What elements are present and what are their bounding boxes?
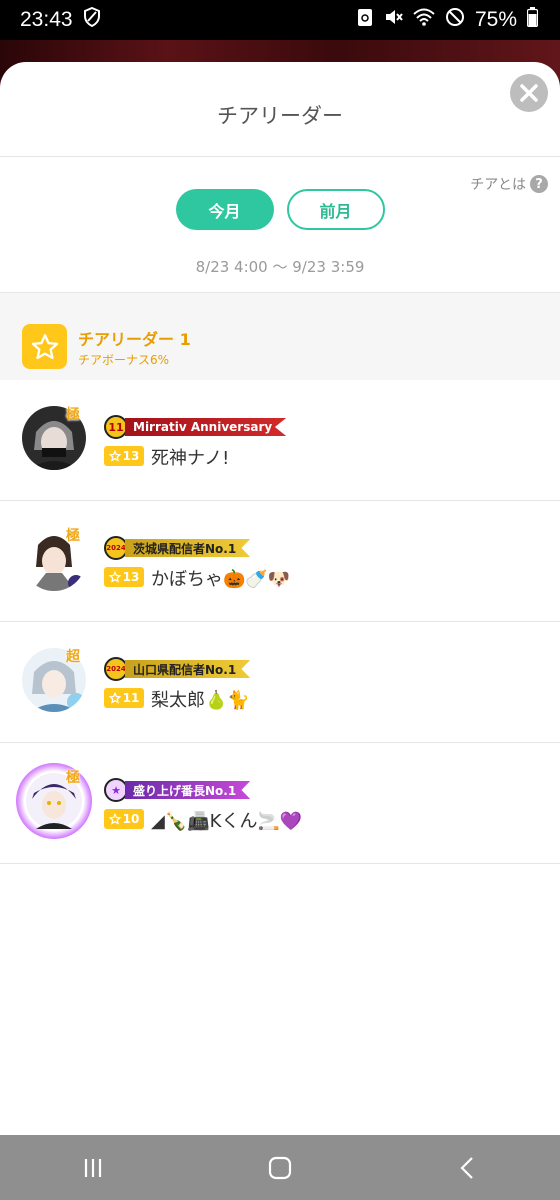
medal-icon: 2024 — [104, 657, 128, 681]
wifi-icon — [413, 8, 435, 32]
recents-icon — [85, 1158, 102, 1177]
recycle-icon — [357, 7, 373, 33]
user-name: ◢🍾📠Kくん🚬💜 — [151, 811, 303, 832]
tab-this-month[interactable]: 今月 — [175, 189, 274, 230]
list-item[interactable]: 超 2024 山口県配信者No.1 11 梨太郎🍐🐈 — [0, 622, 560, 743]
rank-title: チアリーダー 1 — [78, 330, 191, 349]
achievement-banner: 11 Mirrativ Anniversary — [104, 415, 287, 439]
tab-last-month[interactable]: 前月 — [286, 189, 385, 230]
level-badge: 13 — [104, 567, 144, 587]
do-not-disturb-icon — [445, 7, 465, 33]
recent-apps-button[interactable] — [53, 1148, 133, 1188]
level-star-icon — [108, 692, 121, 704]
period-tabs: 今月 前月 — [0, 189, 560, 230]
grade-badge: 極 — [66, 528, 80, 544]
level-number: 13 — [122, 449, 140, 463]
list-item[interactable]: 極 2024 茨城県配信者No.1 13 かぼちゃ🎃🍼🐶 — [0, 501, 560, 622]
cheerleader-sheet: チアリーダー チアとは ? 今月 前月 8/23 4:00 ～ 9/23 3:5… — [0, 62, 560, 1135]
grade-badge: 超 — [66, 649, 80, 665]
star-icon — [22, 324, 67, 369]
system-nav-bar — [0, 1135, 560, 1200]
user-name: 死神ナノ! — [151, 448, 230, 469]
battery-icon — [526, 7, 539, 33]
header-divider — [0, 156, 560, 157]
medal-icon: 11 — [104, 415, 128, 439]
achievement-banner: 2024 山口県配信者No.1 — [104, 657, 251, 681]
level-badge: 10 — [104, 809, 144, 829]
level-badge: 13 — [104, 446, 144, 466]
user-name: かぼちゃ🎃🍼🐶 — [151, 569, 291, 590]
level-star-icon — [108, 813, 121, 825]
banner-label: 山口県配信者No.1 — [125, 660, 251, 678]
mute-icon — [383, 7, 403, 33]
banner-label: 盛り上げ番長No.1 — [125, 781, 251, 799]
clock: 23:43 — [20, 8, 73, 31]
level-star-icon — [108, 450, 121, 462]
level-number: 10 — [122, 812, 140, 826]
banner-label: Mirrativ Anniversary — [125, 418, 287, 436]
list-item[interactable]: 極 ★ 盛り上げ番長No.1 10 ◢🍾📠Kくん🚬💜 — [0, 743, 560, 864]
level-number: 11 — [122, 691, 140, 705]
back-icon — [460, 1156, 473, 1179]
banner-label: 茨城県配信者No.1 — [125, 539, 251, 557]
level-number: 13 — [122, 570, 140, 584]
shield-icon — [83, 6, 101, 33]
rank-header: チアリーダー 1 チアボーナス6% — [0, 292, 560, 380]
status-bar: 23:43 75% — [0, 0, 560, 40]
home-icon — [268, 1156, 292, 1179]
avatar[interactable] — [16, 763, 92, 839]
cheer-bonus: チアボーナス6% — [78, 353, 170, 367]
home-button[interactable] — [240, 1148, 320, 1188]
battery-percent: 75% — [474, 8, 517, 31]
period-range: 8/23 4:00 ～ 9/23 3:59 — [195, 258, 365, 276]
sheet-title: チアリーダー — [217, 104, 343, 128]
achievement-banner: ★ 盛り上げ番長No.1 — [104, 778, 251, 802]
list-item[interactable]: 極 11 Mirrativ Anniversary 13 死神ナノ! — [0, 380, 560, 501]
back-button[interactable] — [427, 1148, 507, 1188]
grade-badge: 極 — [66, 407, 80, 423]
level-star-icon — [108, 571, 121, 583]
grade-badge: 極 — [66, 770, 80, 786]
user-name: 梨太郎🍐🐈 — [151, 690, 250, 711]
level-badge: 11 — [104, 688, 144, 708]
medal-icon: 2024 — [104, 536, 128, 560]
medal-icon: ★ — [104, 778, 128, 802]
rank-divider — [0, 292, 560, 293]
achievement-banner: 2024 茨城県配信者No.1 — [104, 536, 251, 560]
